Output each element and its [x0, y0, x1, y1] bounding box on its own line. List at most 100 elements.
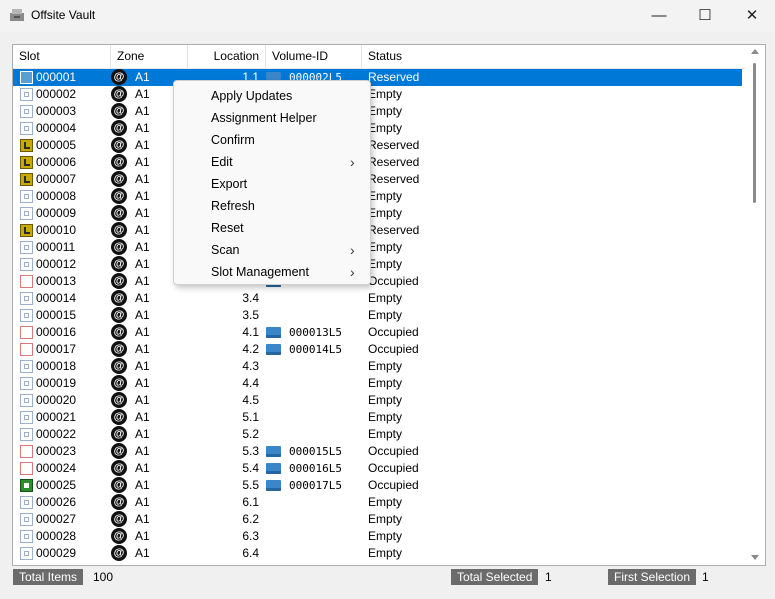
table-row[interactable]: 000016 @ A1 4.1 000013L5 Occupied [13, 324, 745, 341]
table-row[interactable]: 000008 @ A1 Empty [13, 188, 745, 205]
table-row[interactable]: 000007 @ A1 Reserved [13, 171, 745, 188]
menu-item-refresh[interactable]: Refresh [174, 195, 370, 217]
table-row[interactable]: 000004 @ A1 Empty [13, 120, 745, 137]
menu-item-scan[interactable]: Scan › [174, 239, 370, 261]
zone-value: A1 [135, 393, 150, 407]
table-row[interactable]: 000017 @ A1 4.2 000014L5 Occupied [13, 341, 745, 358]
table-row[interactable]: 000015 @ A1 3.5 Empty [13, 307, 745, 324]
menu-item-reset[interactable]: Reset [174, 217, 370, 239]
slot-status-icon [20, 190, 33, 203]
chevron-right-icon: › [350, 264, 355, 280]
table-row[interactable]: 000011 @ A1 Empty [13, 239, 745, 256]
table-row[interactable]: 000014 @ A1 3.4 Empty [13, 290, 745, 307]
table-row[interactable]: 000001 @ A1 1.1 000002L5 Reserved [13, 69, 742, 86]
window-title: Offsite Vault [31, 8, 96, 22]
slot-status-icon [20, 292, 33, 305]
slot-id: 000003 [36, 104, 77, 118]
zone-value: A1 [135, 512, 150, 526]
slot-status-icon [20, 326, 33, 339]
status-value: Reserved [368, 138, 420, 152]
table-row[interactable]: 000005 @ A1 Reserved [13, 137, 745, 154]
chevron-right-icon: › [350, 242, 355, 258]
location-value: 4.2 [242, 342, 259, 356]
slot-id: 000020 [36, 393, 77, 407]
table-row[interactable]: 000023 @ A1 5.3 000015L5 Occupied [13, 443, 745, 460]
table-row[interactable]: 000019 @ A1 4.4 Empty [13, 375, 745, 392]
location-value: 5.4 [242, 461, 259, 475]
menu-item-slot-management[interactable]: Slot Management › [174, 261, 370, 283]
menu-item-confirm[interactable]: Confirm [174, 129, 370, 151]
table-row[interactable]: 000027 @ A1 6.2 Empty [13, 511, 745, 528]
maximize-button[interactable]: ☐ [682, 0, 728, 32]
slot-status-icon [20, 496, 33, 509]
table-row[interactable]: 000009 @ A1 Empty [13, 205, 745, 222]
table-row[interactable]: 000002 @ A1 Empty [13, 86, 745, 103]
vertical-scrollbar[interactable] [746, 45, 764, 565]
slot-status-icon [20, 71, 33, 84]
slot-id: 000021 [36, 410, 77, 424]
slot-id: 000017 [36, 342, 77, 356]
status-value: Occupied [368, 444, 419, 458]
zone-value: A1 [135, 461, 150, 475]
table-row[interactable]: 000003 @ A1 Empty [13, 103, 745, 120]
menu-item-label: Scan [211, 243, 240, 257]
zone-value: A1 [135, 121, 150, 135]
slot-status-icon [20, 241, 33, 254]
menu-item-assignment-helper[interactable]: Assignment Helper [174, 107, 370, 129]
location-value: 6.1 [242, 495, 259, 509]
table-row[interactable]: 000028 @ A1 6.3 Empty [13, 528, 745, 545]
column-location[interactable]: Location [188, 45, 266, 68]
zone-value: A1 [135, 495, 150, 509]
zone-at-icon: @ [111, 545, 127, 561]
scroll-thumb[interactable] [753, 63, 756, 203]
slot-list[interactable]: Slot Zone Location Volume-ID Status 0000… [12, 44, 766, 566]
column-status[interactable]: Status [362, 45, 745, 68]
zone-at-icon: @ [111, 137, 127, 153]
zone-at-icon: @ [111, 256, 127, 272]
status-value: Empty [368, 121, 403, 135]
table-row[interactable]: 000006 @ A1 Reserved [13, 154, 745, 171]
slot-id: 000009 [36, 206, 77, 220]
column-zone[interactable]: Zone [111, 45, 188, 68]
status-value: Empty [368, 529, 403, 543]
menu-item-export[interactable]: Export [174, 173, 370, 195]
slot-id: 000008 [36, 189, 77, 203]
table-row[interactable]: 000021 @ A1 5.1 Empty [13, 409, 745, 426]
column-header: Slot Zone Location Volume-ID Status [13, 45, 745, 69]
total-items-label: Total Items [13, 569, 84, 585]
zone-value: A1 [135, 308, 150, 322]
minimize-button[interactable]: — [636, 0, 682, 32]
zone-at-icon: @ [111, 392, 127, 408]
location-value: 6.4 [242, 546, 259, 560]
volume-id-value: 000017L5 [289, 479, 342, 492]
menu-item-apply-updates[interactable]: Apply Updates [174, 85, 370, 107]
table-row[interactable]: 000013@A13.3Occupied [13, 273, 745, 290]
table-row[interactable]: 000024 @ A1 5.4 000016L5 Occupied [13, 460, 745, 477]
table-row[interactable]: 000010 @ A1 Reserved [13, 222, 745, 239]
table-row[interactable]: 000026 @ A1 6.1 Empty [13, 494, 745, 511]
slot-status-icon [20, 139, 33, 152]
slot-id: 000007 [36, 172, 77, 186]
column-slot[interactable]: Slot [13, 45, 111, 68]
close-button[interactable]: ✕ [729, 0, 775, 32]
scroll-up-icon[interactable] [751, 49, 759, 54]
zone-at-icon: @ [111, 69, 127, 85]
table-row[interactable]: 000012 @ A1 Empty [13, 256, 745, 273]
slot-status-icon [20, 88, 33, 101]
scroll-down-icon[interactable] [751, 555, 759, 560]
table-row[interactable]: 000025 @ A1 5.5 000017L5 Occupied [13, 477, 745, 494]
zone-value: A1 [135, 478, 150, 492]
chevron-right-icon: › [350, 154, 355, 170]
column-volume-id[interactable]: Volume-ID [266, 45, 362, 68]
volume-id-value: 000014L5 [289, 343, 342, 356]
table-row[interactable]: 000018 @ A1 4.3 Empty [13, 358, 745, 375]
table-row[interactable]: 000029 @ A1 6.4 Empty [13, 545, 745, 562]
status-value: Reserved [368, 155, 420, 169]
zone-value: A1 [135, 410, 150, 424]
slot-id: 000012 [36, 257, 77, 271]
menu-item-edit[interactable]: Edit › [174, 151, 370, 173]
first-selection-label: First Selection [608, 569, 697, 585]
slot-id: 000004 [36, 121, 77, 135]
table-row[interactable]: 000020 @ A1 4.5 Empty [13, 392, 745, 409]
table-row[interactable]: 000022 @ A1 5.2 Empty [13, 426, 745, 443]
